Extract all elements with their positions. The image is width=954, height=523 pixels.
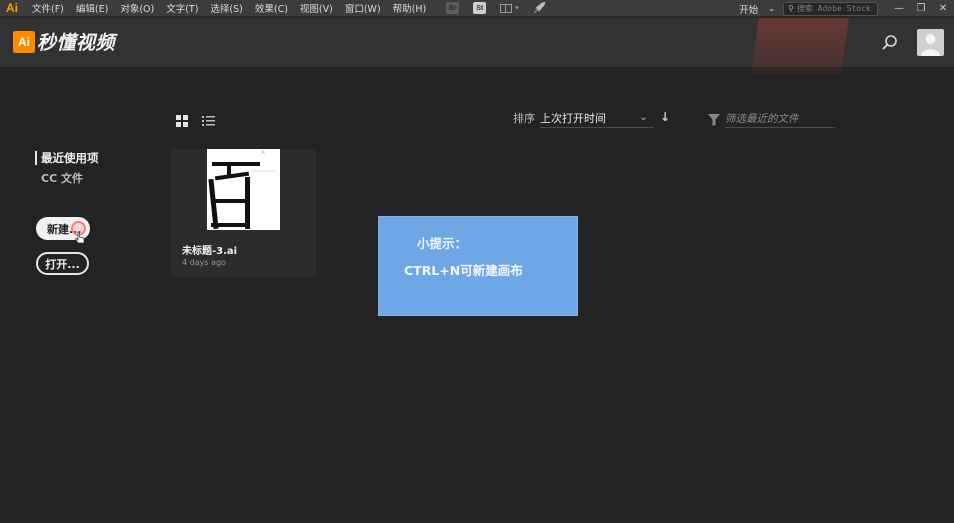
menu-bar: Ai 文件(F) 编辑(E) 对象(O) 文字(T) 选择(S) 效果(C) 视… bbox=[0, 0, 954, 17]
workspace-label: 开始 bbox=[739, 4, 759, 16]
filter-icon bbox=[708, 111, 720, 126]
menubar-right: 开始 ⌄ ⚲ 搜索 Adobe Stock — ❐ ✕ bbox=[739, 0, 954, 17]
tip-body: CTRL+N可新建画布 bbox=[404, 263, 523, 278]
arrange-documents-icon[interactable]: ▾ bbox=[500, 3, 519, 13]
search-icon: ⚲ bbox=[788, 4, 794, 13]
filter-recent-files-input[interactable]: 筛选最近的文件 bbox=[725, 108, 835, 128]
workspace-switcher[interactable]: 开始 ⌄ bbox=[739, 2, 775, 16]
sort-value: 上次打开时间 bbox=[540, 112, 606, 125]
stock-search-input[interactable]: ⚲ 搜索 Adobe Stock bbox=[783, 1, 878, 16]
close-icon[interactable]: ✕ bbox=[932, 0, 954, 17]
menu-view[interactable]: 视图(V) bbox=[300, 1, 333, 15]
user-avatar-icon[interactable] bbox=[917, 29, 944, 56]
stock-icon[interactable]: St bbox=[473, 2, 487, 14]
menu-window[interactable]: 窗口(W) bbox=[345, 1, 381, 15]
app-tool-icons: Br St ▾ bbox=[446, 1, 546, 14]
menu-object[interactable]: 对象(O) bbox=[120, 1, 154, 15]
sort-direction-arrow-icon[interactable]: ↓ bbox=[660, 110, 670, 124]
bridge-icon[interactable]: Br bbox=[446, 2, 460, 14]
nav-cc-files[interactable]: CC 文件 bbox=[41, 170, 83, 186]
search-icon[interactable] bbox=[881, 34, 899, 52]
brand-watermark: Ai 秒懂视频 bbox=[13, 28, 115, 55]
file-name: 未标题-3.ai bbox=[182, 246, 238, 257]
grid-view-icon[interactable] bbox=[176, 112, 188, 127]
brand-ai-badge: Ai bbox=[13, 30, 35, 53]
chevron-down-icon: ⌄ bbox=[768, 4, 775, 13]
list-view-icon[interactable] bbox=[202, 112, 215, 126]
chevron-down-icon: ⌄ bbox=[638, 110, 648, 123]
menu-effect[interactable]: 效果(C) bbox=[255, 1, 288, 15]
menu-file[interactable]: 文件(F) bbox=[32, 1, 64, 15]
app-logo: Ai bbox=[6, 1, 18, 15]
menu-edit[interactable]: 编辑(E) bbox=[76, 1, 108, 15]
file-date: 4 days ago bbox=[182, 258, 226, 267]
menu-select[interactable]: 选择(S) bbox=[210, 1, 242, 15]
restore-icon[interactable]: ❐ bbox=[910, 0, 932, 17]
sort-dropdown[interactable]: 上次打开时间 ⌄ bbox=[540, 108, 654, 128]
menu-list: 文件(F) 编辑(E) 对象(O) 文字(T) 选择(S) 效果(C) 视图(V… bbox=[32, 1, 438, 15]
menu-help[interactable]: 帮助(H) bbox=[393, 1, 427, 15]
hand-cursor-icon bbox=[74, 229, 85, 244]
open-button[interactable]: 打开... bbox=[36, 252, 89, 275]
brand-text: 秒懂视频 bbox=[37, 32, 116, 54]
menu-type[interactable]: 文字(T) bbox=[166, 1, 198, 15]
tip-title: 小提示： bbox=[417, 236, 468, 251]
minimize-icon[interactable]: — bbox=[888, 0, 910, 17]
stock-search-placeholder: 搜索 Adobe Stock bbox=[796, 4, 871, 13]
decorative-shade bbox=[751, 18, 849, 74]
sort-label: 排序 bbox=[513, 112, 535, 125]
tip-overlay: 小提示： CTRL+N可新建画布 bbox=[378, 216, 578, 316]
home-header: Ai 秒懂视频 bbox=[0, 18, 954, 74]
recent-file-card[interactable]: R 未标题-3.ai 4 days ago bbox=[171, 149, 316, 277]
gpu-performance-icon[interactable] bbox=[533, 1, 546, 14]
nav-recent-items[interactable]: 最近使用项 bbox=[35, 151, 99, 165]
svg-text:R: R bbox=[262, 150, 265, 155]
file-thumbnail: R bbox=[207, 149, 280, 230]
